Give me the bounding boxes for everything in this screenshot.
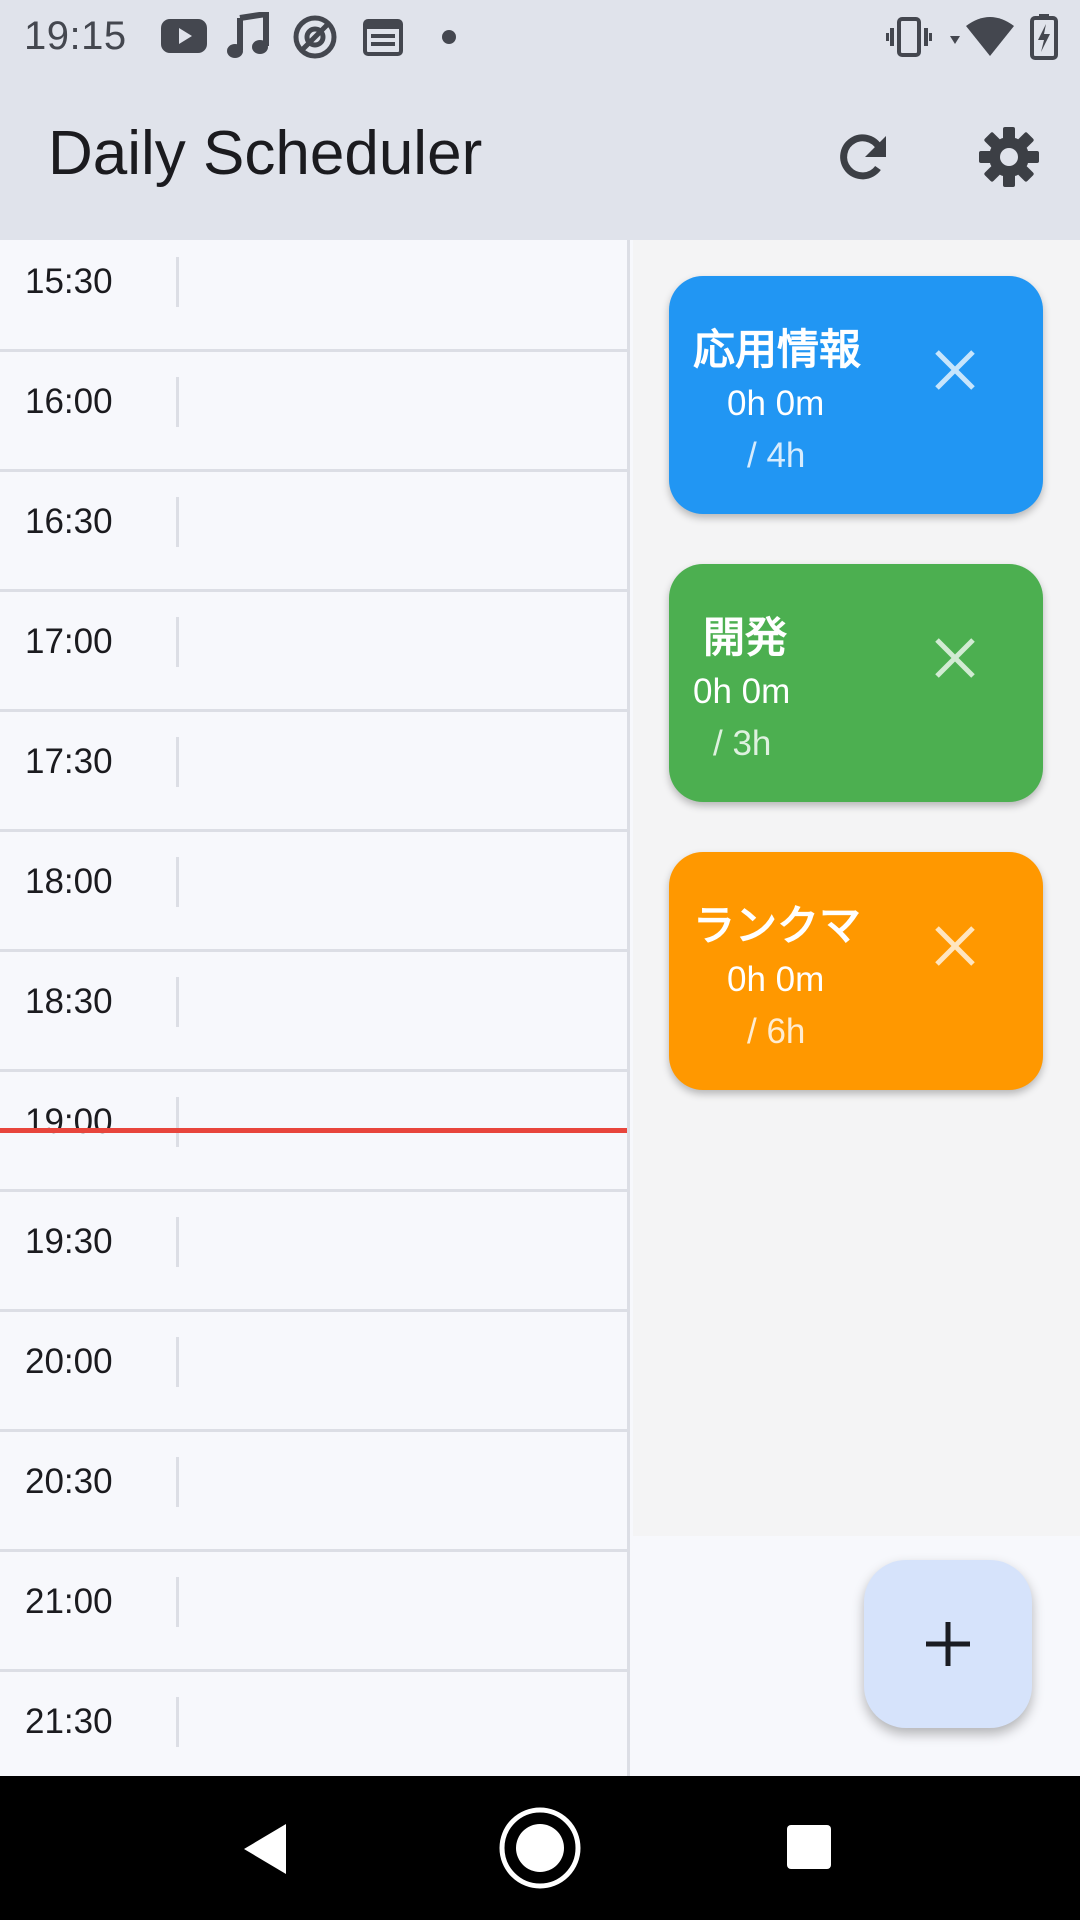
- refresh-button[interactable]: [820, 114, 906, 200]
- slot-time-label: 21:00: [25, 1582, 113, 1621]
- time-slot[interactable]: 17:30: [0, 712, 627, 832]
- slot-time-label: 16:00: [25, 382, 113, 421]
- back-icon[interactable]: [240, 1822, 290, 1876]
- task-panel: 応用情報 0h 0m / 4h 開発 0h 0m / 3h ランクマ 0h 0m…: [633, 240, 1080, 1536]
- status-time: 19:15: [24, 14, 127, 58]
- slot-separator: [176, 1457, 179, 1507]
- task-elapsed: 0h 0m: [727, 384, 825, 423]
- add-task-button[interactable]: [864, 1560, 1032, 1728]
- task-name: 開発: [703, 614, 788, 661]
- settings-gear-icon: [979, 127, 1039, 187]
- refresh-icon: [840, 134, 886, 180]
- calendar-icon: [363, 19, 403, 56]
- task-card[interactable]: 開発 0h 0m / 3h: [669, 564, 1043, 802]
- wifi-icon: [950, 17, 1014, 56]
- slot-time-label: 18:00: [25, 862, 113, 901]
- slot-separator: [176, 1577, 179, 1627]
- slot-separator: [176, 977, 179, 1027]
- slot-separator: [176, 257, 179, 307]
- time-slot[interactable]: 21:00: [0, 1552, 627, 1672]
- slot-time-label: 21:30: [25, 1702, 113, 1741]
- slot-separator: [176, 1337, 179, 1387]
- slot-time-label: 16:30: [25, 502, 113, 541]
- task-card[interactable]: 応用情報 0h 0m / 4h: [669, 276, 1043, 514]
- slot-time-label: 15:30: [25, 262, 113, 301]
- task-goal: / 3h: [713, 724, 772, 763]
- app-bar: Daily Scheduler: [0, 74, 1080, 240]
- settings-button[interactable]: [966, 114, 1052, 200]
- time-slot[interactable]: 18:00: [0, 832, 627, 952]
- slot-separator: [176, 737, 179, 787]
- slot-time-label: 18:30: [25, 982, 113, 1021]
- time-slot[interactable]: 17:00: [0, 592, 627, 712]
- slot-separator: [176, 857, 179, 907]
- slot-separator: [176, 497, 179, 547]
- time-slot[interactable]: 15:30: [0, 240, 627, 352]
- status-bar: 19:15: [0, 0, 1080, 74]
- system-nav-bar: [0, 1776, 1080, 1920]
- close-icon[interactable]: [927, 630, 983, 686]
- slot-separator: [176, 1697, 179, 1747]
- slot-time-label: 19:00: [25, 1102, 113, 1141]
- at-sign-icon: [293, 15, 337, 59]
- task-goal: / 6h: [747, 1012, 806, 1051]
- plus-icon: [926, 1622, 970, 1666]
- time-slot[interactable]: 20:00: [0, 1312, 627, 1432]
- close-icon[interactable]: [927, 342, 983, 398]
- task-goal: / 4h: [747, 436, 806, 475]
- time-slot[interactable]: 16:00: [0, 352, 627, 472]
- time-slot[interactable]: 21:30: [0, 1672, 627, 1776]
- music-note-icon: [227, 12, 269, 58]
- slot-time-label: 17:30: [25, 742, 113, 781]
- task-name: ランクマ: [693, 902, 862, 949]
- slot-separator: [176, 1097, 179, 1147]
- recents-icon[interactable]: [786, 1824, 832, 1870]
- slot-separator: [176, 1217, 179, 1267]
- battery-charging-icon: [1030, 14, 1058, 60]
- task-name: 応用情報: [693, 326, 862, 373]
- time-slot[interactable]: 18:30: [0, 952, 627, 1072]
- task-elapsed: 0h 0m: [693, 672, 791, 711]
- slot-time-label: 17:00: [25, 622, 113, 661]
- slot-time-label: 20:30: [25, 1462, 113, 1501]
- vibrate-icon: [886, 17, 932, 57]
- slot-time-label: 20:00: [25, 1342, 113, 1381]
- home-icon[interactable]: [498, 1806, 582, 1890]
- youtube-icon: [161, 19, 207, 53]
- time-slot[interactable]: 16:30: [0, 472, 627, 592]
- slot-separator: [176, 377, 179, 427]
- close-icon[interactable]: [927, 918, 983, 974]
- task-elapsed: 0h 0m: [727, 960, 825, 999]
- dot-icon: [442, 30, 456, 44]
- timeline[interactable]: 15:30 16:00 16:30 17:00 17:30 18:00 18:3…: [0, 240, 630, 1776]
- time-slot[interactable]: 20:30: [0, 1432, 627, 1552]
- task-card[interactable]: ランクマ 0h 0m / 6h: [669, 852, 1043, 1090]
- slot-separator: [176, 617, 179, 667]
- app-title: Daily Scheduler: [48, 119, 483, 188]
- time-slot[interactable]: 19:30: [0, 1192, 627, 1312]
- slot-time-label: 19:30: [25, 1222, 113, 1261]
- current-time-indicator: [0, 1128, 627, 1133]
